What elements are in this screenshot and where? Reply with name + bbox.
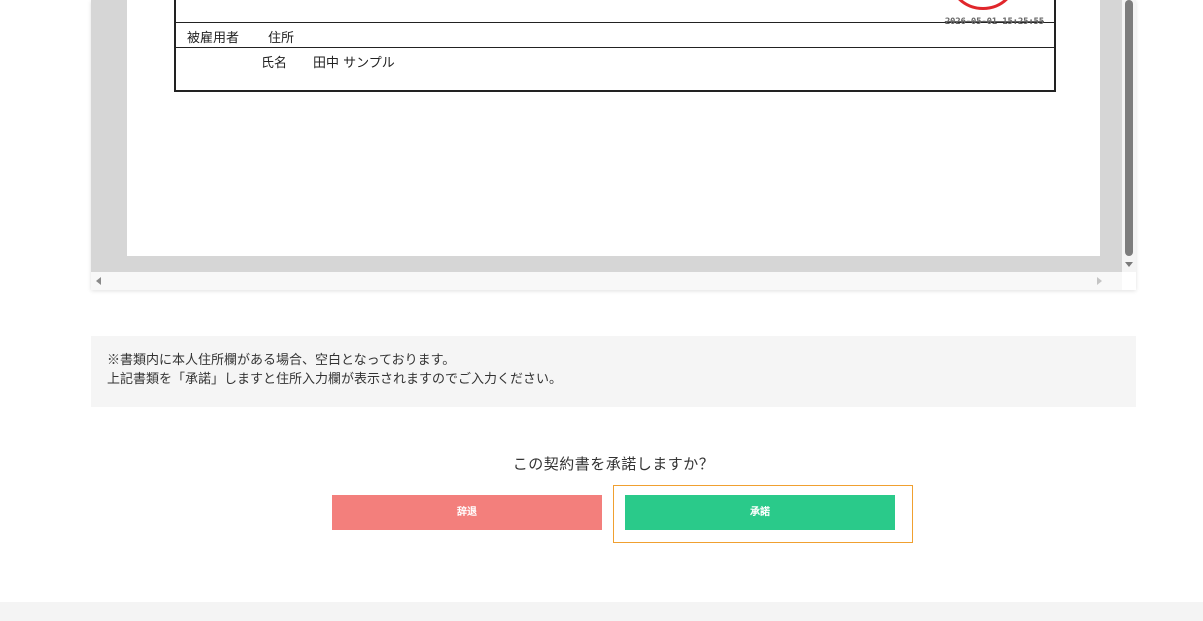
document-page: 2026-05-01 15:25:55 被雇用者 住所 氏名 田中 サンプル	[127, 0, 1100, 256]
page-footer	[0, 602, 1203, 621]
table-divider	[176, 47, 1054, 48]
address-label: 住所	[268, 31, 295, 46]
name-label: 氏名	[261, 56, 288, 71]
vertical-scrollbar[interactable]	[1122, 0, 1136, 272]
accept-question: この契約書を承諾しますか？	[512, 456, 715, 473]
horizontal-scrollbar[interactable]	[91, 272, 1122, 290]
name-value: 田中 サンプル	[313, 56, 395, 71]
table-divider	[176, 22, 1054, 23]
scroll-left-arrow-icon[interactable]	[96, 277, 101, 285]
employee-label: 被雇用者	[187, 31, 240, 46]
address-notice: ※書類内に本人住所欄がある場合、空白となっております。 上記書類を「承諾」します…	[91, 336, 1136, 407]
notice-line-2: 上記書類を「承諾」しますと住所入力欄が表示されますのでご入力ください。	[107, 371, 563, 386]
document-viewer: 2026-05-01 15:25:55 被雇用者 住所 氏名 田中 サンプル	[91, 0, 1136, 290]
document-canvas: 2026-05-01 15:25:55 被雇用者 住所 氏名 田中 サンプル	[91, 0, 1122, 272]
stamp-timestamp: 2026-05-01 15:25:55	[944, 17, 1044, 27]
decline-button[interactable]: 辞退	[332, 495, 602, 530]
seal-stamp	[947, 0, 1019, 10]
notice-line-1: ※書類内に本人住所欄がある場合、空白となっております。	[107, 352, 456, 367]
signature-table: 2026-05-01 15:25:55 被雇用者 住所 氏名 田中 サンプル	[174, 0, 1056, 92]
vertical-scrollbar-thumb[interactable]	[1125, 0, 1133, 256]
scroll-right-arrow-icon[interactable]	[1097, 277, 1102, 285]
scroll-down-arrow-icon[interactable]	[1125, 262, 1133, 267]
accept-button[interactable]: 承諾	[625, 495, 895, 530]
